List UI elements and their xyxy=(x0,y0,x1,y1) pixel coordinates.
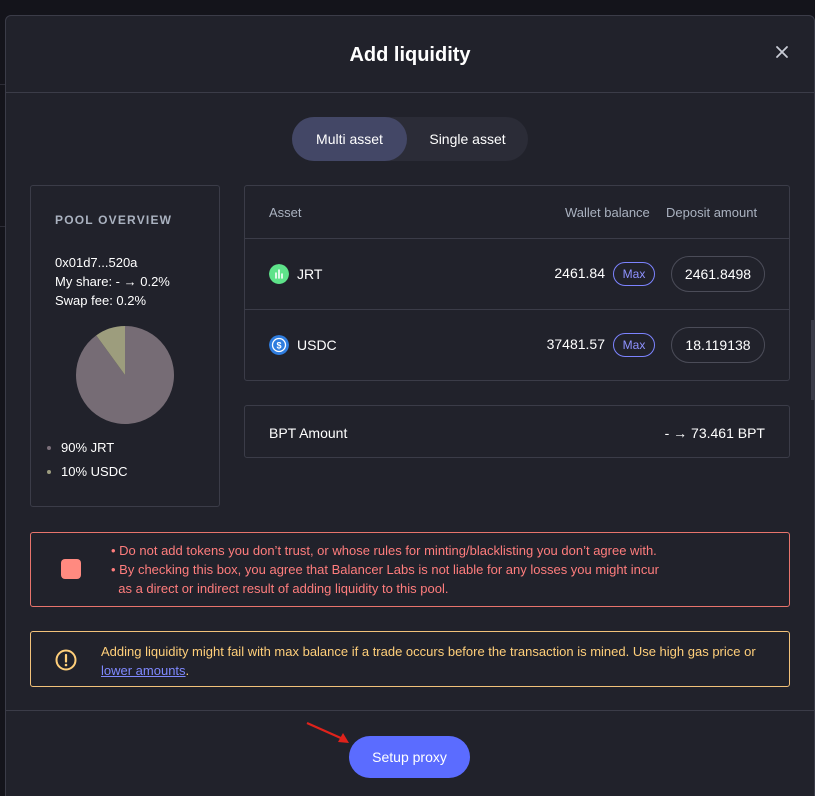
footer-divider xyxy=(6,710,814,711)
multi-asset-tab[interactable]: Multi asset xyxy=(292,117,407,161)
wallet-balance: 37481.57 xyxy=(546,336,605,352)
annotation-arrow-icon xyxy=(306,721,349,743)
asset-mode-toggle: Multi asset Single asset xyxy=(292,117,528,161)
jrt-token-icon xyxy=(269,264,289,284)
modal-title: Add liquidity xyxy=(349,44,471,66)
table-row: $ USDC 37481.57 Max xyxy=(245,309,789,380)
close-icon[interactable] xyxy=(774,44,790,60)
modal-header: Add liquidity xyxy=(6,16,814,93)
setup-proxy-button[interactable]: Setup proxy xyxy=(349,736,470,778)
warning-line-1: • Do not add tokens you don’t trust, or … xyxy=(111,543,657,558)
warning-line-2: • By checking this box, you agree that B… xyxy=(111,562,659,577)
legend-label-usdc: 10% USDC xyxy=(61,464,128,479)
legend-label-jrt: 90% JRT xyxy=(61,440,115,455)
wallet-balance-column-header: Wallet balance xyxy=(565,205,650,220)
bpt-amount-panel: BPT Amount - → 73.461 BPT xyxy=(244,405,790,458)
pool-pie-chart xyxy=(75,326,174,424)
usdc-token-icon: $ xyxy=(269,335,289,355)
max-balance-notice: Adding liquidity might fail with max bal… xyxy=(30,631,790,687)
table-row: JRT 2461.84 Max xyxy=(245,238,789,309)
legend-dot-jrt xyxy=(47,446,51,450)
asset-column-header: Asset xyxy=(269,205,302,220)
lower-amounts-link[interactable]: lower amounts xyxy=(101,663,186,678)
single-asset-tab[interactable]: Single asset xyxy=(407,117,528,161)
legend-item-usdc: 10% USDC xyxy=(47,464,128,479)
notice-suffix: . xyxy=(185,663,190,678)
token-name: USDC xyxy=(297,337,337,353)
notice-text: Adding liquidity might fail with max bal… xyxy=(101,642,771,680)
assets-table: Asset Wallet balance Deposit amount JRT … xyxy=(244,185,790,381)
deposit-amount-column-header: Deposit amount xyxy=(666,205,758,220)
legend-dot-usdc xyxy=(47,470,51,474)
warning-line-3: as a direct or indirect result of adding… xyxy=(111,581,449,596)
risk-warning-box: • Do not add tokens you don’t trust, or … xyxy=(30,532,790,607)
bpt-amount-label: BPT Amount xyxy=(269,425,348,441)
legend-item-jrt: 90% JRT xyxy=(47,440,115,455)
max-button[interactable]: Max xyxy=(613,333,655,357)
wallet-balance: 2461.84 xyxy=(554,265,605,281)
pool-address: 0x01d7...520a xyxy=(55,255,138,270)
agree-checkbox[interactable] xyxy=(61,559,81,579)
svg-text:$: $ xyxy=(276,341,281,351)
my-share: My share: - → 0.2% xyxy=(55,274,170,289)
pool-overview-panel: POOL OVERVIEW 0x01d7...520a My share: - … xyxy=(30,185,220,507)
scrollbar[interactable] xyxy=(811,320,815,400)
exclamation-circle-icon xyxy=(55,649,77,671)
notice-body: Adding liquidity might fail with max bal… xyxy=(101,644,756,659)
token-name: JRT xyxy=(297,266,323,282)
bpt-amount-value: - → 73.461 BPT xyxy=(664,425,765,441)
add-liquidity-modal: Add liquidity Multi asset Single asset P… xyxy=(5,15,815,796)
swap-fee: Swap fee: 0.2% xyxy=(55,293,147,308)
deposit-amount-input[interactable] xyxy=(671,256,765,292)
pool-overview-title: POOL OVERVIEW xyxy=(55,213,173,227)
max-button[interactable]: Max xyxy=(613,262,655,286)
deposit-amount-input[interactable] xyxy=(671,327,765,363)
